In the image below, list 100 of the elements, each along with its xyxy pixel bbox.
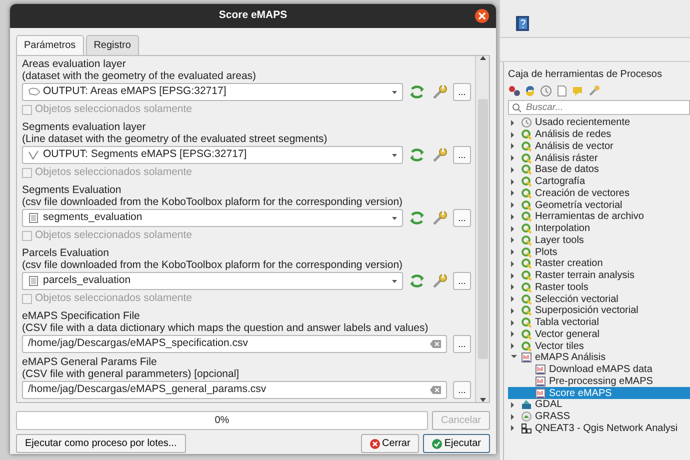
browse-button[interactable]: ... [453,335,471,353]
close-button[interactable] [475,9,489,23]
parameter-label: Areas evaluation layer [22,58,127,70]
browse-button[interactable]: ... [453,272,471,290]
caret-icon [392,90,397,94]
wrench-icon[interactable] [431,84,447,100]
tree-item[interactable]: Usado recientemente [508,117,690,129]
check-icon [432,438,442,448]
layer-dropdown[interactable]: OUTPUT: Areas eMAPS [EPSG:32717] [22,83,403,101]
caret-icon [392,280,397,282]
tree-item[interactable]: Base de datos [508,164,690,176]
network-icon [521,422,532,434]
tree-item[interactable]: eMAPS Análisis [508,352,690,364]
wrench-icon[interactable] [431,210,447,226]
wrench-icon[interactable] [431,147,447,163]
checkbox-label: Objetos seleccionados solamente [35,102,192,118]
tree-item[interactable]: Tabla vectorial [508,316,690,328]
scrollbar[interactable] [475,56,489,402]
history-icon[interactable] [540,85,552,97]
checkbox-label: Objetos seleccionados solamente [35,228,192,244]
search-field[interactable]: Buscar... [508,100,690,115]
table-layer-icon [28,213,40,223]
script-icon [535,376,546,387]
run-button[interactable]: Ejecutar [423,434,490,453]
tree-item[interactable]: Análisis de redes [508,128,690,140]
parameter-description: (Line dataset with the geometry of the evaluated street segments) [22,133,328,145]
line-layer-icon [28,150,40,160]
parameter-label: Parcels Evaluation [22,247,110,259]
checkbox-label: Objetos seleccionados solamente [35,291,192,306]
tree-item[interactable]: Vector tiles [508,340,690,352]
tree-item[interactable]: Interpolation [508,222,690,234]
cancel-icon [370,438,380,448]
table-layer-icon [28,276,40,286]
progress-text: 0% [214,414,230,428]
browse-button[interactable]: ... [453,83,471,101]
tree-item[interactable]: Layer tools [508,234,690,246]
clear-icon[interactable] [430,340,441,348]
parameter-description: (CSV file with general parammeters) [opcional] [22,368,240,380]
tab[interactable]: Registro [86,35,139,55]
checkbox-label: Objetos seleccionados solamente [35,165,192,180]
tab[interactable]: Parámetros [16,35,84,55]
tree-item[interactable]: Análisis ráster [508,152,690,164]
document-icon[interactable] [556,85,568,97]
tree-item[interactable]: GRASS [508,410,690,422]
parameter-label: Segments Evaluation [22,184,122,196]
tree-item[interactable]: Cartografía [508,176,690,188]
layer-dropdown[interactable]: segments_evaluation [22,209,403,227]
file-path-field[interactable]: /home/jag/Descargas/eMAPS_specification.csv [22,335,447,353]
polygon-layer-icon [28,87,40,97]
caret-icon [392,216,397,220]
tree-item[interactable]: Score eMAPS [508,387,690,399]
clear-icon[interactable] [430,386,441,394]
browse-button[interactable]: ... [453,381,471,399]
tree-item[interactable]: Plots [508,246,690,258]
close-dialog-button[interactable]: Cerrar [360,434,420,453]
clock-icon [521,117,532,128]
parameter-description: (CSV file with a data dictionary which maps the question and answer labels and values) [22,322,430,334]
tree-item[interactable]: Análisis de vector [508,140,690,152]
tree-item[interactable]: Geometría vectorial [508,199,690,211]
tree-item[interactable]: Download eMAPS data [508,364,690,376]
tree-item[interactable]: Vector general [508,328,690,340]
parameter-label: eMAPS Specification File [22,310,141,322]
batch-button[interactable]: Ejecutar como proceso por lotes... [16,434,186,453]
tree-item[interactable]: QNEAT3 - Qgis Network Analysi [508,422,690,434]
layer-dropdown[interactable]: OUTPUT: Segments eMAPS [EPSG:32717] [22,146,403,164]
parameter-description: (dataset with the geometry of the evaluated areas) [22,70,258,82]
parameter-description: (csv file downloaded from the KoboToolbox plaform for the corresponding version) [22,259,404,271]
tree-item[interactable]: Superposición vectorial [508,305,690,317]
parameter-label: eMAPS General Params File [22,356,158,368]
tree-item[interactable]: Selección vectorial [508,293,690,305]
tree-item[interactable]: Herramientas de archivo [508,211,690,223]
scroll-down-icon[interactable] [480,398,486,402]
script-icon [535,364,546,376]
browse-button[interactable]: ... [453,209,471,227]
tree-item[interactable]: Raster terrain analysis [508,270,690,282]
browse-button[interactable]: ... [453,146,471,164]
tree-item[interactable]: Creación de vectores [508,188,690,200]
collapse-arrow-icon[interactable] [511,354,517,361]
script-icon [521,352,532,364]
help-icon[interactable] [516,16,529,31]
wrench-icon[interactable] [431,273,447,289]
panel-title: Caja de herramientas de Procesos [508,68,663,82]
tree-item[interactable]: Raster tools [508,282,690,294]
scroll-up-icon[interactable] [480,56,486,60]
refresh-icon[interactable] [409,273,425,289]
tree-item[interactable]: GDAL [508,399,690,411]
layer-dropdown[interactable]: parcels_evaluation [22,272,403,290]
tree-item[interactable]: Raster creation [508,258,690,270]
script-icon [535,388,546,399]
refresh-icon[interactable] [409,84,425,100]
tree-item[interactable]: Pre-processing eMAPS [508,376,690,388]
caret-icon [392,154,397,156]
parameter-label: Segments evaluation layer [22,121,147,133]
window-title: Score eMAPS [218,8,288,24]
refresh-icon[interactable] [409,147,425,163]
refresh-icon[interactable] [409,210,425,226]
close-icon [478,12,486,20]
models-icon[interactable] [508,85,520,97]
parameter-description: (csv file downloaded from the KoboToolbox plaform for the corresponding version) [22,196,404,208]
file-path-field[interactable]: /home/jag/Descargas/eMAPS_general_params.csv [22,381,447,399]
